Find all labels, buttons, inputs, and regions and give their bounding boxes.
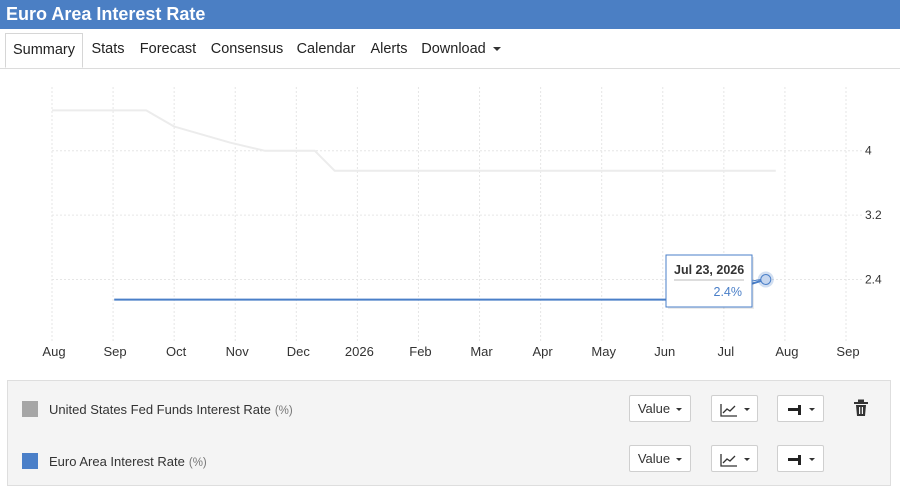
chevron-down-icon (676, 408, 683, 412)
tab-download[interactable]: Download (418, 33, 504, 68)
x-tick-label: Apr (532, 344, 553, 359)
value-dropdown[interactable]: Value (629, 395, 691, 422)
series-name-label: Euro Area Interest Rate (%) (49, 454, 207, 469)
x-tick-label: Feb (409, 344, 431, 359)
tab-label: Alerts (370, 41, 408, 57)
legend-row-us-fed: United States Fed Funds Interest Rate (%)… (8, 383, 890, 433)
x-tick-label: May (591, 344, 616, 359)
chevron-down-icon (676, 458, 683, 462)
tooltip-value: 2.4% (714, 285, 743, 299)
chevron-down-icon (492, 47, 501, 52)
chart-type-dropdown[interactable] (711, 445, 758, 472)
x-tick-label: 2026 (345, 344, 374, 359)
x-tick-label: Sep (104, 344, 127, 359)
page-title: Euro Area Interest Rate (0, 0, 900, 29)
series-color-swatch (22, 453, 38, 469)
bar-marker-icon (787, 454, 801, 465)
series-unit: (%) (274, 405, 293, 417)
chart-type-dropdown[interactable] (711, 395, 758, 422)
y-tick-label: 4 (865, 144, 872, 158)
line-chart-icon (719, 403, 737, 417)
chevron-down-icon (743, 458, 750, 462)
tab-stats[interactable]: Stats (87, 33, 129, 68)
chevron-down-icon (808, 408, 815, 412)
legend-panel: United States Fed Funds Interest Rate (%)… (7, 380, 891, 486)
chevron-down-icon (808, 458, 815, 462)
value-dropdown[interactable]: Value (629, 445, 691, 472)
tab-label: Forecast (139, 41, 197, 57)
tab-summary[interactable]: Summary (5, 33, 83, 68)
x-tick-label: Aug (42, 344, 65, 359)
x-tick-label: Aug (775, 344, 798, 359)
series-line (52, 109, 776, 172)
x-tick-label: Jun (654, 344, 675, 359)
tab-label: Calendar (296, 41, 356, 57)
tab-alerts[interactable]: Alerts (366, 33, 412, 68)
trash-icon[interactable] (853, 399, 869, 417)
marker-style-dropdown[interactable] (777, 395, 824, 422)
series-color-swatch (22, 401, 38, 417)
tab-consensus[interactable]: Consensus (207, 33, 287, 68)
series-name: United States Fed Funds Interest Rate (49, 402, 271, 417)
chevron-down-icon (743, 408, 750, 412)
y-axis-labels: 2.4 3.2 4 (865, 144, 882, 287)
series-name: Euro Area Interest Rate (49, 454, 185, 469)
line-chart: Aug Sep Oct Nov Dec 2026 Feb Mar Apr May Jun Jul Aug… (42, 87, 882, 359)
tab-calendar[interactable]: Calendar (294, 33, 358, 68)
value-dropdown-label: Value (637, 401, 671, 416)
legend-row-euro-area: Euro Area Interest Rate (%) Value (8, 435, 890, 485)
tab-forecast[interactable]: Forecast (136, 33, 200, 68)
y-tick-label: 3.2 (865, 208, 882, 222)
series-name-label: United States Fed Funds Interest Rate (%) (49, 402, 293, 417)
x-tick-label: Jul (718, 344, 735, 359)
tab-label: Consensus (210, 41, 284, 57)
series-unit: (%) (188, 457, 207, 469)
line-chart-icon (719, 453, 737, 467)
x-tick-label: Sep (836, 344, 859, 359)
tab-label: Summary (12, 42, 76, 58)
x-tick-label: Dec (287, 344, 311, 359)
y-tick-label: 2.4 (865, 273, 882, 287)
x-tick-label: Oct (166, 344, 187, 359)
tab-bar: Summary Stats Forecast Consensus Calenda… (0, 29, 900, 69)
x-axis-labels: Aug Sep Oct Nov Dec 2026 Feb Mar Apr May Jun Jul Aug… (42, 344, 859, 359)
x-tick-label: Nov (226, 344, 250, 359)
highlight-marker (760, 274, 772, 285)
x-tick-label: Mar (470, 344, 493, 359)
tooltip-date: Jul 23, 2026 (674, 263, 744, 277)
bar-marker-icon (787, 404, 801, 415)
tab-label: Download (421, 41, 486, 57)
value-dropdown-label: Value (637, 451, 671, 466)
chart-area: Aug Sep Oct Nov Dec 2026 Feb Mar Apr May Jun Jul Aug… (0, 69, 900, 380)
tab-label: Stats (91, 41, 125, 57)
marker-style-dropdown[interactable] (777, 445, 824, 472)
